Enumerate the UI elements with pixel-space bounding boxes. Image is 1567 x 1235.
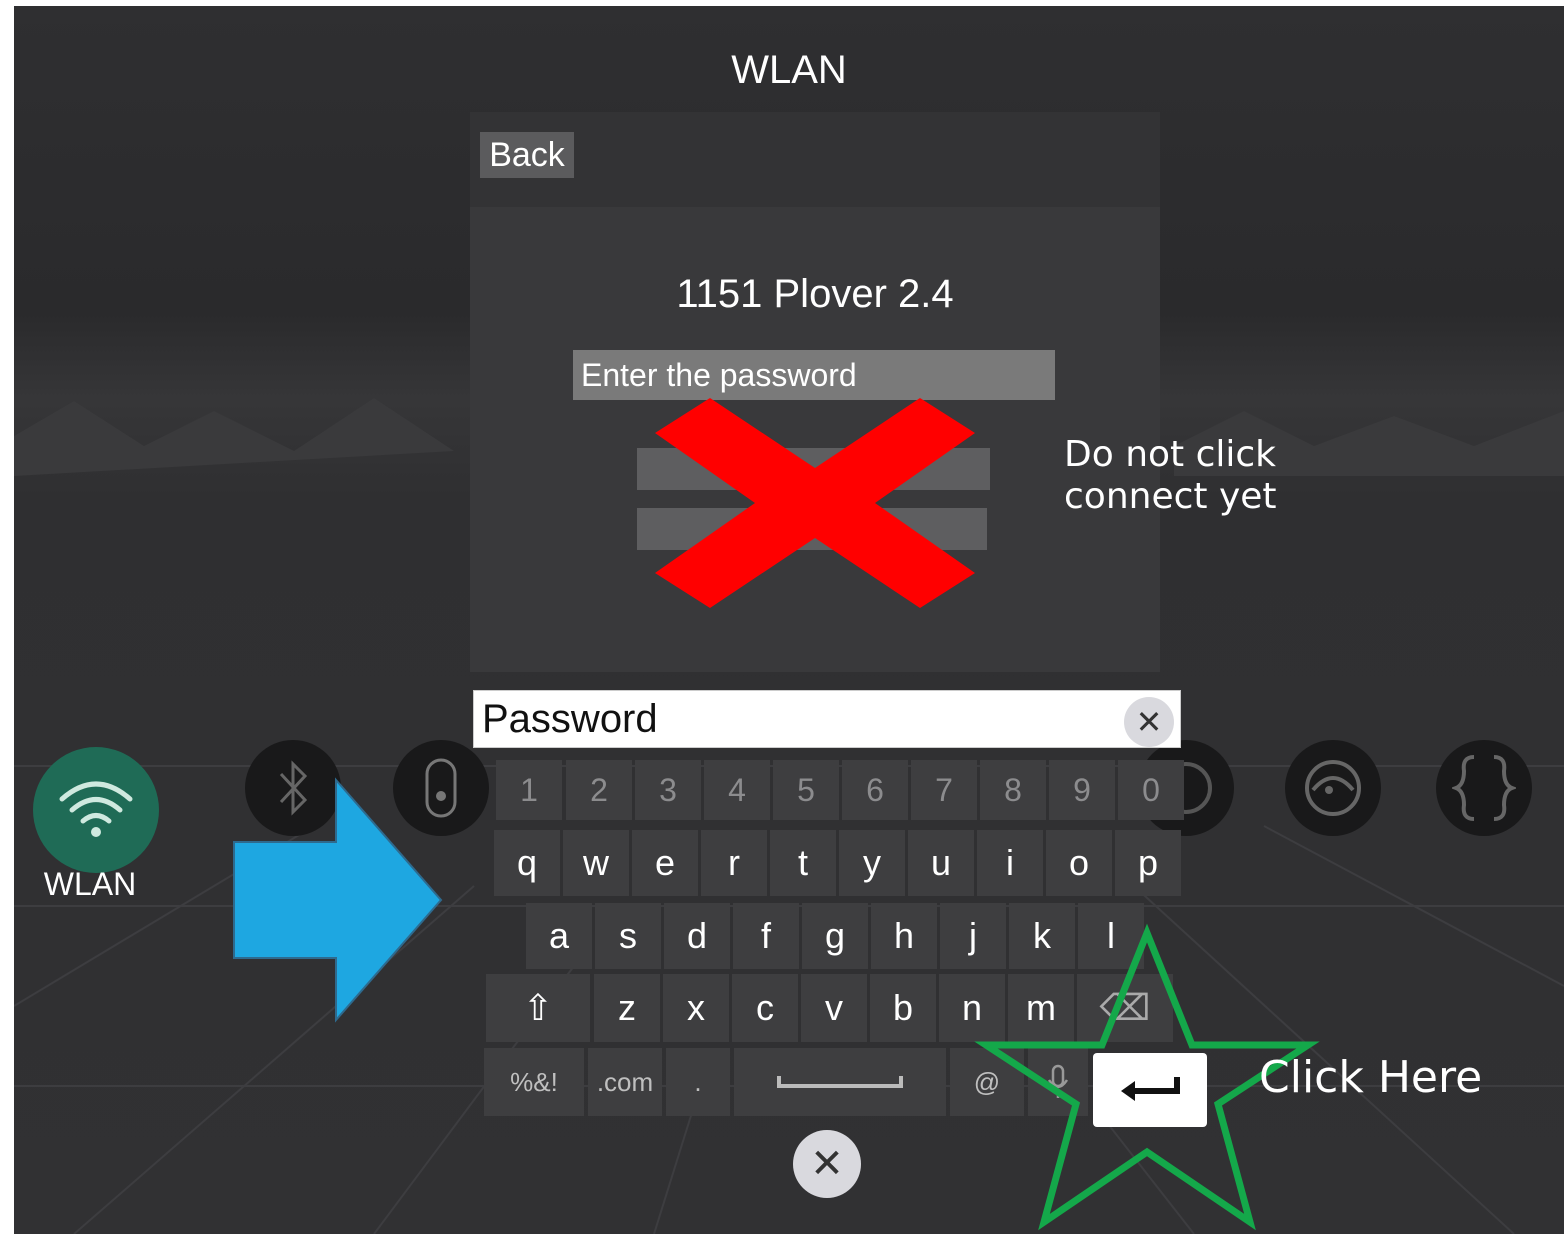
click-here-note: Click Here [1259, 1052, 1483, 1103]
blue-arrow [233, 777, 443, 1023]
annotation-overlay [233, 777, 1320, 1231]
